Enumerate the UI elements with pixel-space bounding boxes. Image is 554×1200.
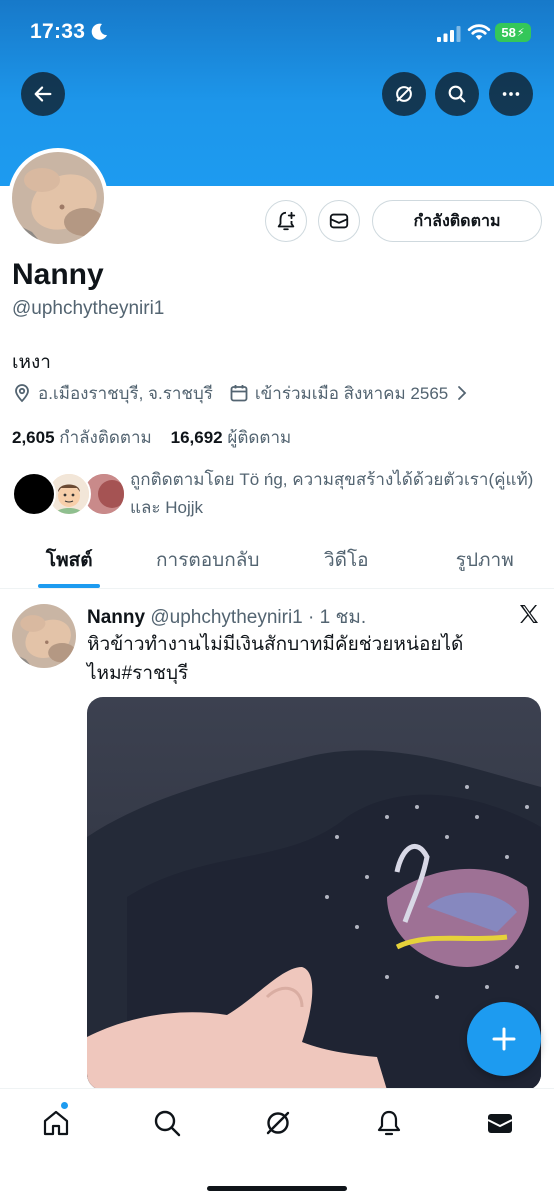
nav-search[interactable] xyxy=(149,1105,185,1141)
tab-replies[interactable]: การตอบกลับ xyxy=(139,532,278,588)
tab-videos[interactable]: วิดีโอ xyxy=(277,532,416,588)
nav-notifications[interactable] xyxy=(371,1105,407,1141)
tab-posts[interactable]: โพสต์ xyxy=(0,532,139,588)
profile-avatar[interactable] xyxy=(8,148,108,248)
tab-label: การตอบกลับ xyxy=(156,550,260,571)
profile-meta: อ.เมืองราชบุรี, จ.ราชบุรี เข้าร่วมเมือ ส… xyxy=(12,380,476,406)
bell-icon xyxy=(377,1110,401,1136)
follower-avatar xyxy=(12,472,56,516)
compose-button[interactable] xyxy=(467,1002,541,1076)
back-arrow-icon xyxy=(34,86,52,102)
avatar-image xyxy=(12,152,104,244)
following-button[interactable]: กำลังติดตาม xyxy=(372,200,542,242)
moon-icon xyxy=(91,23,107,40)
chevron-right-icon[interactable] xyxy=(454,385,470,401)
followed-by-text: ถูกติดตามโดย Tö ńg, ความสุขสร้างได้ด้วยต… xyxy=(130,470,534,517)
status-bar: 17:33 58 ⚡ xyxy=(0,0,554,66)
joined-text: เข้าร่วมเมือ สิงหาคม 2565 xyxy=(254,383,449,403)
following-link[interactable]: 2,605 กำลังติดตาม xyxy=(12,428,152,447)
tweet-meta: @uphchytheyniri1 · 1 ชม. xyxy=(150,607,367,628)
search-button[interactable] xyxy=(435,72,479,116)
followed-by-preview[interactable]: ถูกติดตามโดย Tö ńg, ความสุขสร้างได้ด้วยต… xyxy=(12,466,542,522)
display-name: Nanny xyxy=(12,258,104,291)
mail-icon xyxy=(329,213,349,229)
bell-plus-icon xyxy=(277,211,296,231)
profile-bio: เหงา xyxy=(12,352,51,373)
notify-button[interactable] xyxy=(265,200,307,242)
location-text: อ.เมืองราชบุรี, จ.ราชบุรี xyxy=(38,383,213,403)
bottom-navigation xyxy=(0,1088,554,1200)
nav-grok[interactable] xyxy=(260,1105,296,1141)
nav-messages[interactable] xyxy=(482,1105,518,1141)
active-tab-indicator xyxy=(38,584,101,588)
tab-photos[interactable]: รูปภาพ xyxy=(416,532,554,588)
search-icon xyxy=(154,1110,181,1137)
more-button[interactable] xyxy=(489,72,533,116)
grok-icon xyxy=(266,1111,290,1135)
plus-icon xyxy=(492,1027,516,1051)
profile-handle: @uphchytheyniri1 xyxy=(12,298,165,319)
x-logo-icon xyxy=(520,605,538,623)
battery-icon: 58 ⚡ xyxy=(495,23,531,42)
home-icon xyxy=(43,1110,69,1136)
home-indicator[interactable] xyxy=(207,1186,347,1191)
message-button[interactable] xyxy=(318,200,360,242)
following-count: 2,605 xyxy=(12,428,55,447)
more-icon xyxy=(502,92,520,96)
follow-counts: 2,605 กำลังติดตาม 16,692 ผู้ติดตาม xyxy=(12,424,291,451)
profile-tabs: โพสต์ การตอบกลับ วิดีโอ รูปภาพ xyxy=(0,532,554,589)
home-notification-dot xyxy=(60,1101,69,1110)
grok-button[interactable] xyxy=(382,72,426,116)
tweet[interactable]: Nanny @uphchytheyniri1 · 1 ชม. หิวข้าวทำ… xyxy=(0,590,554,1090)
back-button[interactable] xyxy=(21,72,65,116)
followers-count: 16,692 xyxy=(170,428,223,447)
wifi-icon xyxy=(467,24,491,40)
tweet-avatar[interactable] xyxy=(12,604,76,668)
signal-icon xyxy=(437,26,461,42)
mail-icon xyxy=(487,1114,513,1133)
tweet-header: Nanny @uphchytheyniri1 · 1 ชม. xyxy=(87,602,366,632)
followers-label: ผู้ติดตาม xyxy=(227,428,292,447)
location-icon xyxy=(15,384,29,403)
tab-label: วิดีโอ xyxy=(323,550,369,571)
following-label: กำลังติดตาม xyxy=(59,428,152,447)
tweet-text: หิวข้าวทำงานไม่มีเงินสักบาทมีคัยช่วยหน่อ… xyxy=(87,634,464,684)
tab-label: รูปภาพ xyxy=(455,550,514,571)
search-icon xyxy=(448,85,466,103)
battery-level: 58 xyxy=(501,25,516,40)
followers-link[interactable]: 16,692 ผู้ติดตาม xyxy=(171,428,292,447)
tweet-author-name[interactable]: Nanny xyxy=(87,607,145,628)
status-time: 17:33 xyxy=(30,20,86,43)
nav-home[interactable] xyxy=(38,1105,74,1141)
calendar-icon xyxy=(230,385,248,402)
grok-icon xyxy=(396,86,412,102)
tab-label: โพสต์ xyxy=(45,550,93,571)
